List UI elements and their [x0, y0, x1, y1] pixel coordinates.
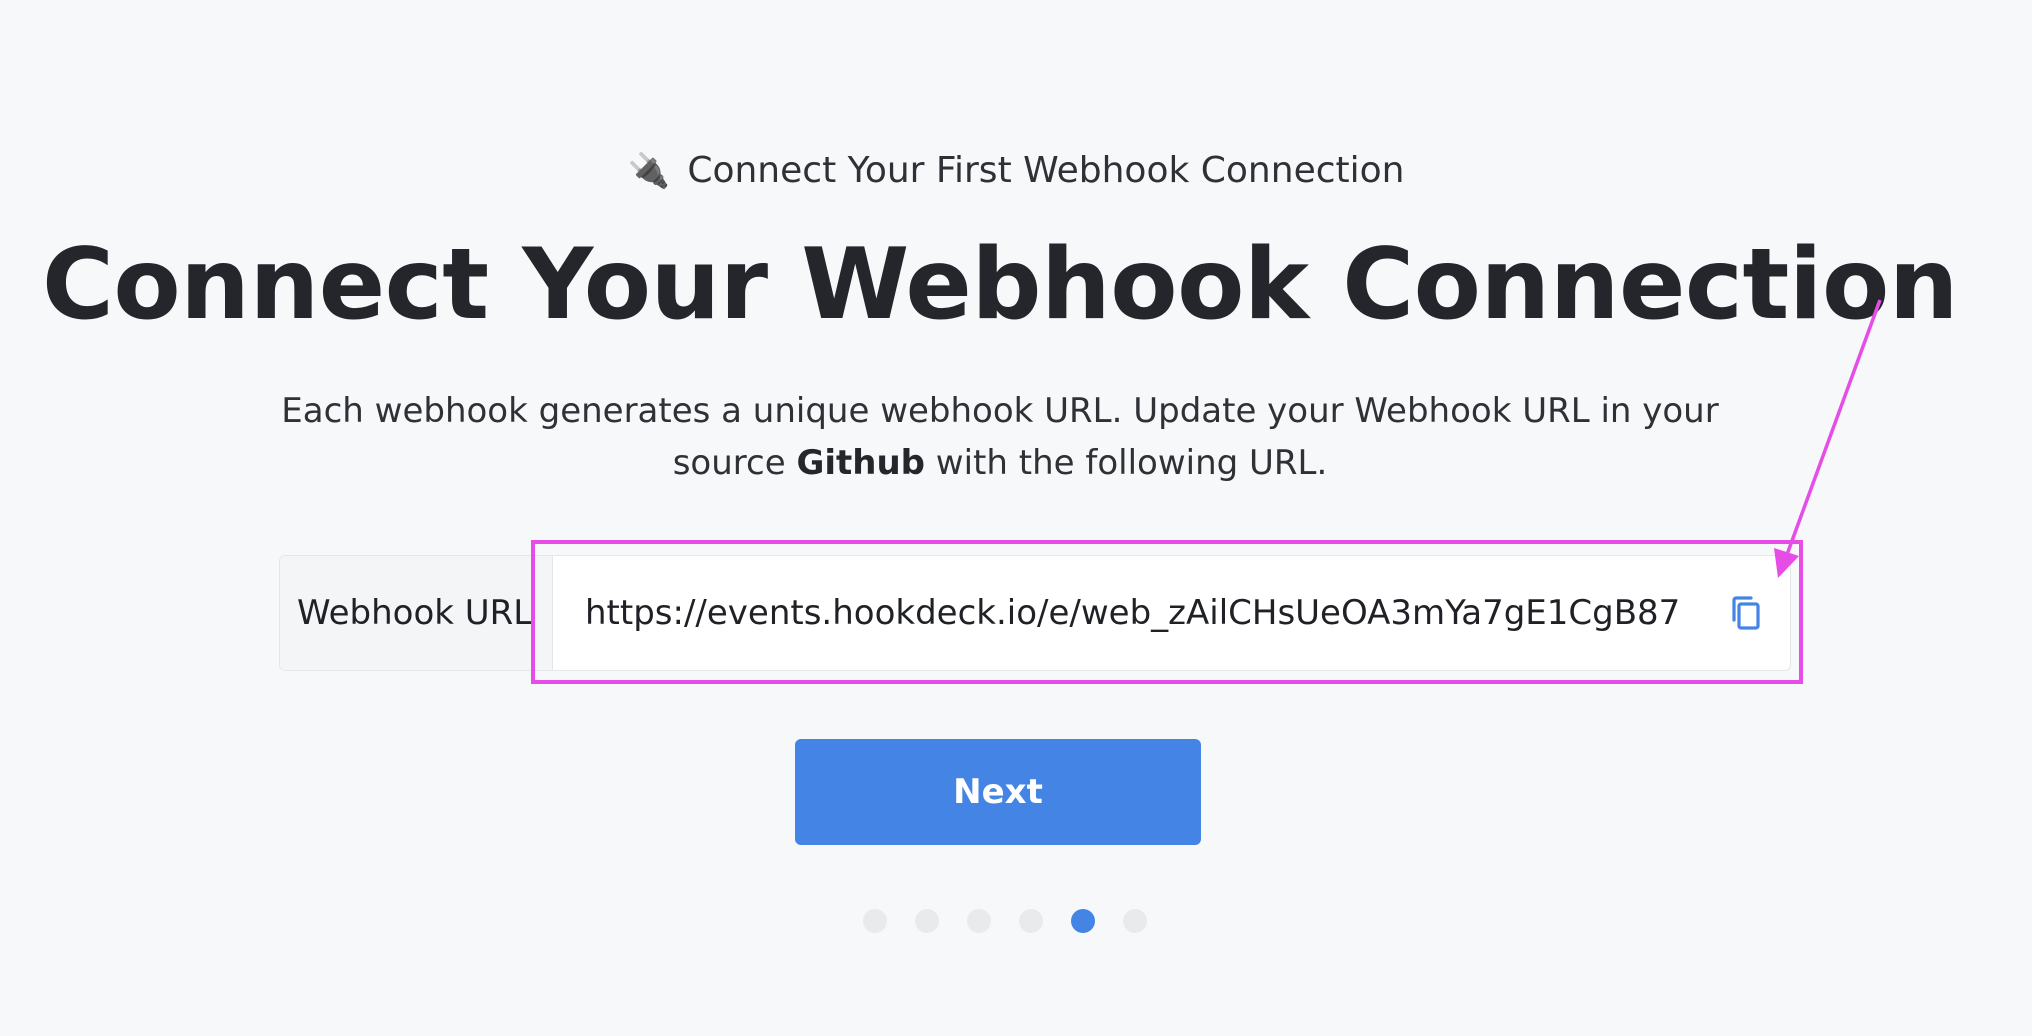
next-button[interactable]: Next — [795, 739, 1201, 845]
step-dot-6[interactable] — [1123, 909, 1147, 933]
page-title: Connect Your Webhook Connection — [41, 228, 1959, 342]
step-dot-2[interactable] — [915, 909, 939, 933]
description: Each webhook generates a unique webhook … — [260, 385, 1740, 489]
step-dot-3[interactable] — [967, 909, 991, 933]
step-dot-4[interactable] — [1019, 909, 1043, 933]
eyebrow: 🔌 Connect Your First Webhook Connection — [0, 150, 2032, 191]
webhook-url-group: Webhook URL https://events.hookdeck.io/e… — [279, 555, 1791, 671]
copy-icon[interactable] — [1722, 589, 1770, 637]
eyebrow-text: Connect Your First Webhook Connection — [687, 150, 1405, 191]
webhook-url-label: Webhook URL — [280, 556, 553, 670]
step-dot-1[interactable] — [863, 909, 887, 933]
source-name: Github — [796, 443, 925, 483]
step-dot-5[interactable] — [1071, 909, 1095, 933]
description-text-end: with the following URL. — [925, 443, 1328, 483]
plug-icon: 🔌 — [627, 151, 670, 191]
webhook-url-value[interactable]: https://events.hookdeck.io/e/web_zAilCHs… — [585, 593, 1722, 633]
webhook-url-field[interactable]: https://events.hookdeck.io/e/web_zAilCHs… — [553, 556, 1790, 670]
step-indicator — [0, 909, 2032, 933]
